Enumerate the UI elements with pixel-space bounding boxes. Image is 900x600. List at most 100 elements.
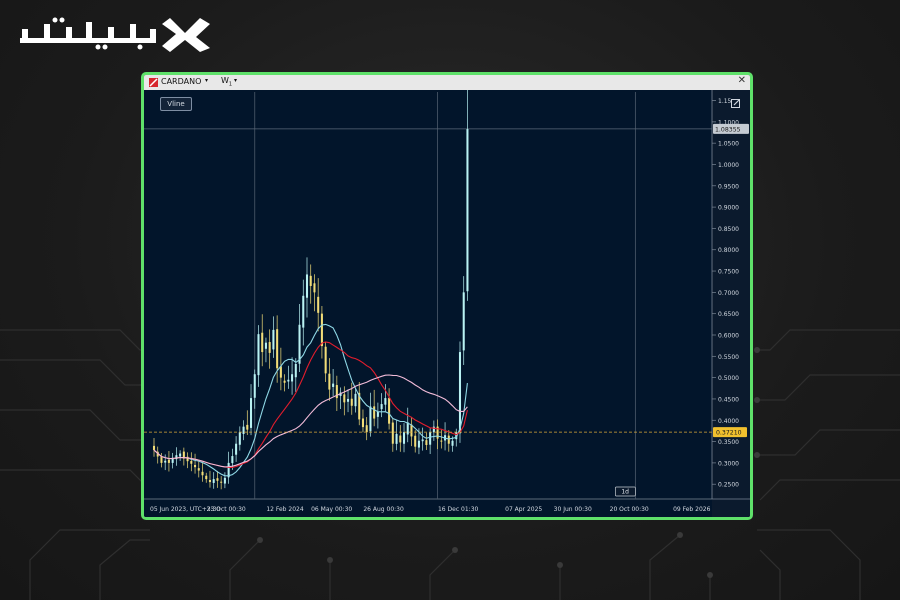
timeframe-dropdown-icon[interactable]: ▾: [234, 77, 237, 84]
candle-body: [287, 379, 290, 382]
x-tick-label: 30 Jun 00:30: [554, 506, 592, 513]
candle-body: [447, 435, 450, 444]
candle-body: [324, 346, 327, 374]
candle-body: [283, 380, 286, 383]
price-chart[interactable]: 0.2500 0.3000 0.3500 0.4000 0.4500 0.5000 0.55…: [144, 90, 750, 517]
candle-body: [317, 296, 320, 313]
candle-body: [361, 418, 364, 428]
candle-body: [242, 426, 245, 434]
edit-icon[interactable]: [731, 98, 741, 108]
candle-body: [432, 426, 435, 433]
y-tick-label: 1.15: [718, 98, 732, 105]
last-price-label: 0.37210: [716, 430, 742, 437]
x-tick-label: 20 Oct 00:30: [610, 506, 649, 513]
chart-toolbar: CARDANO ▾ W1 ▾ ✕: [144, 75, 750, 91]
y-tick-label: 0.9000: [718, 205, 739, 212]
y-tick-label: 0.6500: [718, 311, 739, 318]
candle-body: [205, 475, 208, 480]
candle-body: [417, 440, 420, 448]
y-tick-label: 0.9500: [718, 183, 739, 190]
candle-body: [347, 398, 350, 402]
y-tick-label: 0.3000: [718, 460, 739, 467]
candle-body: [279, 366, 282, 378]
x-tick-label: 12 Feb 2024: [266, 506, 304, 513]
close-icon[interactable]: ✕: [738, 75, 746, 86]
candle-body: [276, 329, 279, 369]
timeframe-selector[interactable]: W1: [221, 76, 232, 88]
candle-body: [414, 435, 417, 447]
candle-body: [190, 460, 193, 464]
candle-body: [305, 274, 309, 298]
x-tick-label: 09 Feb 2026: [673, 506, 711, 513]
candle-body: [365, 425, 368, 433]
crosshair-price-label: 1.08355: [715, 126, 741, 133]
candle-body: [223, 477, 226, 484]
candle-body: [384, 398, 387, 405]
y-tick-label: 0.6000: [718, 333, 739, 340]
candle-body: [235, 443, 238, 455]
candle-body: [458, 352, 462, 434]
y-tick-label: 1.0000: [718, 162, 739, 169]
candle-body: [350, 398, 353, 406]
candle-body: [167, 459, 170, 463]
vline-button[interactable]: Vline: [160, 97, 192, 111]
y-tick-label: 0.8000: [718, 247, 739, 254]
x-tick-label: 07 Apr 2025: [505, 506, 542, 513]
candle-body: [249, 398, 253, 428]
y-tick-label: 0.5500: [718, 354, 739, 361]
y-tick-label: 0.2500: [718, 482, 739, 489]
candle-body: [429, 432, 432, 445]
candle-body: [208, 479, 211, 483]
symbol-flag-icon: [149, 78, 158, 87]
chart-window: CARDANO ▾ W1 ▾ ✕ 0.2500 0.3000 0.3500 0.400…: [141, 72, 753, 520]
candle-body: [179, 453, 182, 457]
candle-body: [406, 422, 409, 435]
x-tick-label: 23 Oct 00:30: [207, 506, 246, 513]
candle-body: [399, 435, 402, 443]
candle-body: [462, 292, 465, 351]
candle-body: [298, 324, 301, 364]
candle-body: [216, 478, 219, 481]
candle-body: [302, 295, 305, 328]
candle-body: [376, 411, 379, 417]
symbol-dropdown-icon[interactable]: ▾: [205, 77, 208, 84]
candle-body: [160, 456, 163, 463]
candle-body: [313, 283, 316, 293]
candle-body: [164, 460, 167, 463]
candle-body: [451, 440, 454, 446]
candle-body: [309, 275, 312, 286]
brand-logo: [20, 17, 210, 52]
y-tick-label: 1.0500: [718, 141, 739, 148]
candle-body: [354, 393, 357, 407]
candle-body: [343, 394, 346, 403]
candle-body: [373, 406, 376, 419]
candle-body: [425, 440, 428, 445]
candle-body: [261, 332, 264, 353]
candle-body: [328, 373, 331, 390]
symbol-name[interactable]: CARDANO: [161, 77, 201, 86]
y-tick-label: 0.4500: [718, 396, 739, 403]
candle-body: [212, 479, 215, 483]
y-tick-label: 0.7000: [718, 290, 739, 297]
candle-body: [264, 342, 267, 349]
candle-body: [369, 406, 372, 432]
candle-body: [257, 334, 260, 376]
candle-body: [246, 424, 249, 430]
candle-body: [291, 374, 294, 382]
candle-body: [238, 432, 241, 445]
candle-body: [194, 465, 197, 468]
candle-body: [388, 398, 391, 424]
y-tick-label: 0.8500: [718, 226, 739, 233]
y-tick-label: 0.3500: [718, 439, 739, 446]
candle-body: [294, 363, 297, 378]
candle-body: [268, 342, 271, 353]
candle-body: [395, 433, 398, 444]
plot-background: [144, 90, 750, 517]
x-tick-label: 16 Dec 01:30: [438, 506, 479, 513]
y-tick-label: 0.5000: [718, 375, 739, 382]
candle-body: [320, 313, 323, 347]
x-tick-label: 06 May 00:30: [311, 506, 352, 513]
candle-body: [220, 481, 223, 483]
candle-body: [391, 422, 394, 444]
candle-body: [253, 374, 256, 398]
